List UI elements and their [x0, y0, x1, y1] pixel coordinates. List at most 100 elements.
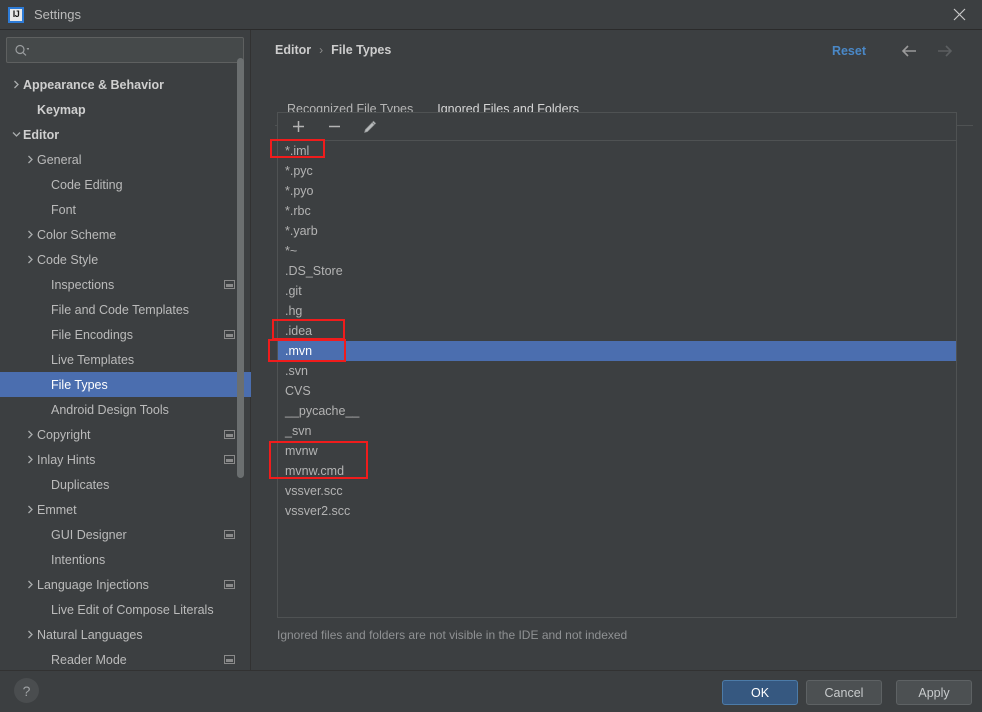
sidebar-item-label: Natural Languages	[37, 627, 143, 642]
sidebar-scrollbar-thumb[interactable]	[237, 58, 244, 478]
sidebar-scrollbar-track[interactable]	[237, 30, 247, 628]
list-item[interactable]: vssver.scc	[278, 481, 956, 501]
sidebar-item-code-editing[interactable]: Code Editing	[0, 172, 251, 197]
reset-button[interactable]: Reset	[832, 44, 866, 58]
ignored-files-list[interactable]: *.iml *.pyc *.pyo *.rbc *.yarb *~ .DS_Store .gi…	[278, 141, 956, 617]
sidebar-item-label: Copyright	[37, 427, 91, 442]
sidebar-item-label: Inlay Hints	[37, 452, 96, 467]
sidebar-item-label: Font	[51, 202, 77, 217]
pencil-icon[interactable]	[359, 116, 381, 138]
list-item[interactable]: CVS	[278, 381, 956, 401]
sidebar-item-inspections[interactable]: Inspections	[0, 272, 251, 297]
sidebar-item-color-scheme[interactable]: Color Scheme	[0, 222, 251, 247]
sidebar-item-label: Emmet	[37, 502, 77, 517]
chevron-right-icon[interactable]	[24, 253, 37, 266]
sidebar-item-label: Editor	[23, 127, 60, 142]
list-item[interactable]: *.iml	[278, 141, 956, 161]
chevron-right-icon[interactable]	[24, 453, 37, 466]
sidebar-item-copyright[interactable]: Copyright	[0, 422, 251, 447]
list-item[interactable]: *.yarb	[278, 221, 956, 241]
chevron-right-icon[interactable]	[24, 628, 37, 641]
list-toolbar	[278, 113, 956, 141]
sidebar-item-keymap[interactable]: Keymap	[0, 97, 251, 122]
chevron-right-icon[interactable]	[24, 228, 37, 241]
sidebar-item-label: Duplicates	[51, 477, 110, 492]
apply-button[interactable]: Apply	[896, 680, 972, 705]
ok-button[interactable]: OK	[722, 680, 798, 705]
sidebar-item-reader-mode[interactable]: Reader Mode	[0, 647, 251, 670]
sidebar-item-emmet[interactable]: Emmet	[0, 497, 251, 522]
settings-tree: Appearance & Behavior Keymap Editor General…	[0, 72, 251, 670]
list-item[interactable]: *.pyo	[278, 181, 956, 201]
sidebar-item-live-templates[interactable]: Live Templates	[0, 347, 251, 372]
list-item[interactable]: .DS_Store	[278, 261, 956, 281]
list-item[interactable]: .mvn	[278, 341, 956, 361]
settings-main-panel: Editor › File Types Reset Recognized Fil…	[252, 30, 982, 670]
list-item[interactable]: .svn	[278, 361, 956, 381]
sidebar-item-label: General	[37, 152, 82, 167]
sidebar-item-appearance-behavior[interactable]: Appearance & Behavior	[0, 72, 251, 97]
sidebar-item-live-edit-of-compose-literals[interactable]: Live Edit of Compose Literals	[0, 597, 251, 622]
chevron-right-icon[interactable]	[10, 78, 23, 91]
sidebar-item-code-style[interactable]: Code Style	[0, 247, 251, 272]
close-icon[interactable]	[936, 0, 982, 29]
arrow-left-icon[interactable]	[898, 41, 920, 61]
cancel-button[interactable]: Cancel	[806, 680, 882, 705]
list-item[interactable]: .idea	[278, 321, 956, 341]
list-item[interactable]: *.rbc	[278, 201, 956, 221]
sidebar-item-label: File and Code Templates	[51, 302, 190, 317]
panel-hint-text: Ignored files and folders are not visibl…	[277, 628, 628, 642]
sidebar-item-language-injections[interactable]: Language Injections	[0, 572, 251, 597]
list-item[interactable]: _svn	[278, 421, 956, 441]
sidebar-item-android-design-tools[interactable]: Android Design Tools	[0, 397, 251, 422]
sidebar-item-label: Intentions	[51, 552, 106, 567]
list-item[interactable]: *.pyc	[278, 161, 956, 181]
search-box[interactable]	[6, 37, 244, 63]
chevron-right-icon[interactable]	[24, 153, 37, 166]
breadcrumb: Editor › File Types	[275, 43, 391, 57]
sidebar-item-gui-designer[interactable]: GUI Designer	[0, 522, 251, 547]
search-input[interactable]	[29, 43, 243, 57]
sidebar-item-file-types[interactable]: File Types	[0, 372, 251, 397]
chevron-down-icon[interactable]	[10, 128, 23, 141]
sidebar-search-wrap	[0, 30, 250, 63]
minus-icon[interactable]	[323, 116, 345, 138]
sidebar-item-label: Code Editing	[51, 177, 123, 192]
list-item[interactable]: *~	[278, 241, 956, 261]
plus-icon[interactable]	[287, 116, 309, 138]
module-scope-icon	[224, 530, 235, 539]
list-item[interactable]: mvnw	[278, 441, 956, 461]
sidebar-item-file-and-code-templates[interactable]: File and Code Templates	[0, 297, 251, 322]
arrow-right-icon[interactable]	[934, 41, 956, 61]
module-scope-icon	[224, 455, 235, 464]
module-scope-icon	[224, 580, 235, 589]
sidebar-item-label: Appearance & Behavior	[23, 77, 165, 92]
sidebar-item-natural-languages[interactable]: Natural Languages	[0, 622, 251, 647]
sidebar-item-inlay-hints[interactable]: Inlay Hints	[0, 447, 251, 472]
sidebar-item-editor[interactable]: Editor	[0, 122, 251, 147]
sidebar-item-font[interactable]: Font	[0, 197, 251, 222]
sidebar-item-intentions[interactable]: Intentions	[0, 547, 251, 572]
sidebar-item-duplicates[interactable]: Duplicates	[0, 472, 251, 497]
search-icon	[14, 44, 29, 57]
help-button[interactable]: ?	[14, 678, 39, 703]
list-item[interactable]: .hg	[278, 301, 956, 321]
chevron-right-icon[interactable]	[24, 578, 37, 591]
list-item[interactable]: mvnw.cmd	[278, 461, 956, 481]
breadcrumb-root[interactable]: Editor	[275, 43, 311, 57]
list-item[interactable]: __pycache__	[278, 401, 956, 421]
list-item[interactable]: vssver2.scc	[278, 501, 956, 521]
chevron-right-icon[interactable]	[24, 428, 37, 441]
sidebar-item-general[interactable]: General	[0, 147, 251, 172]
sidebar-item-label: GUI Designer	[51, 527, 127, 542]
sidebar-item-file-encodings[interactable]: File Encodings	[0, 322, 251, 347]
list-item[interactable]: .git	[278, 281, 956, 301]
chevron-right-icon[interactable]	[24, 503, 37, 516]
